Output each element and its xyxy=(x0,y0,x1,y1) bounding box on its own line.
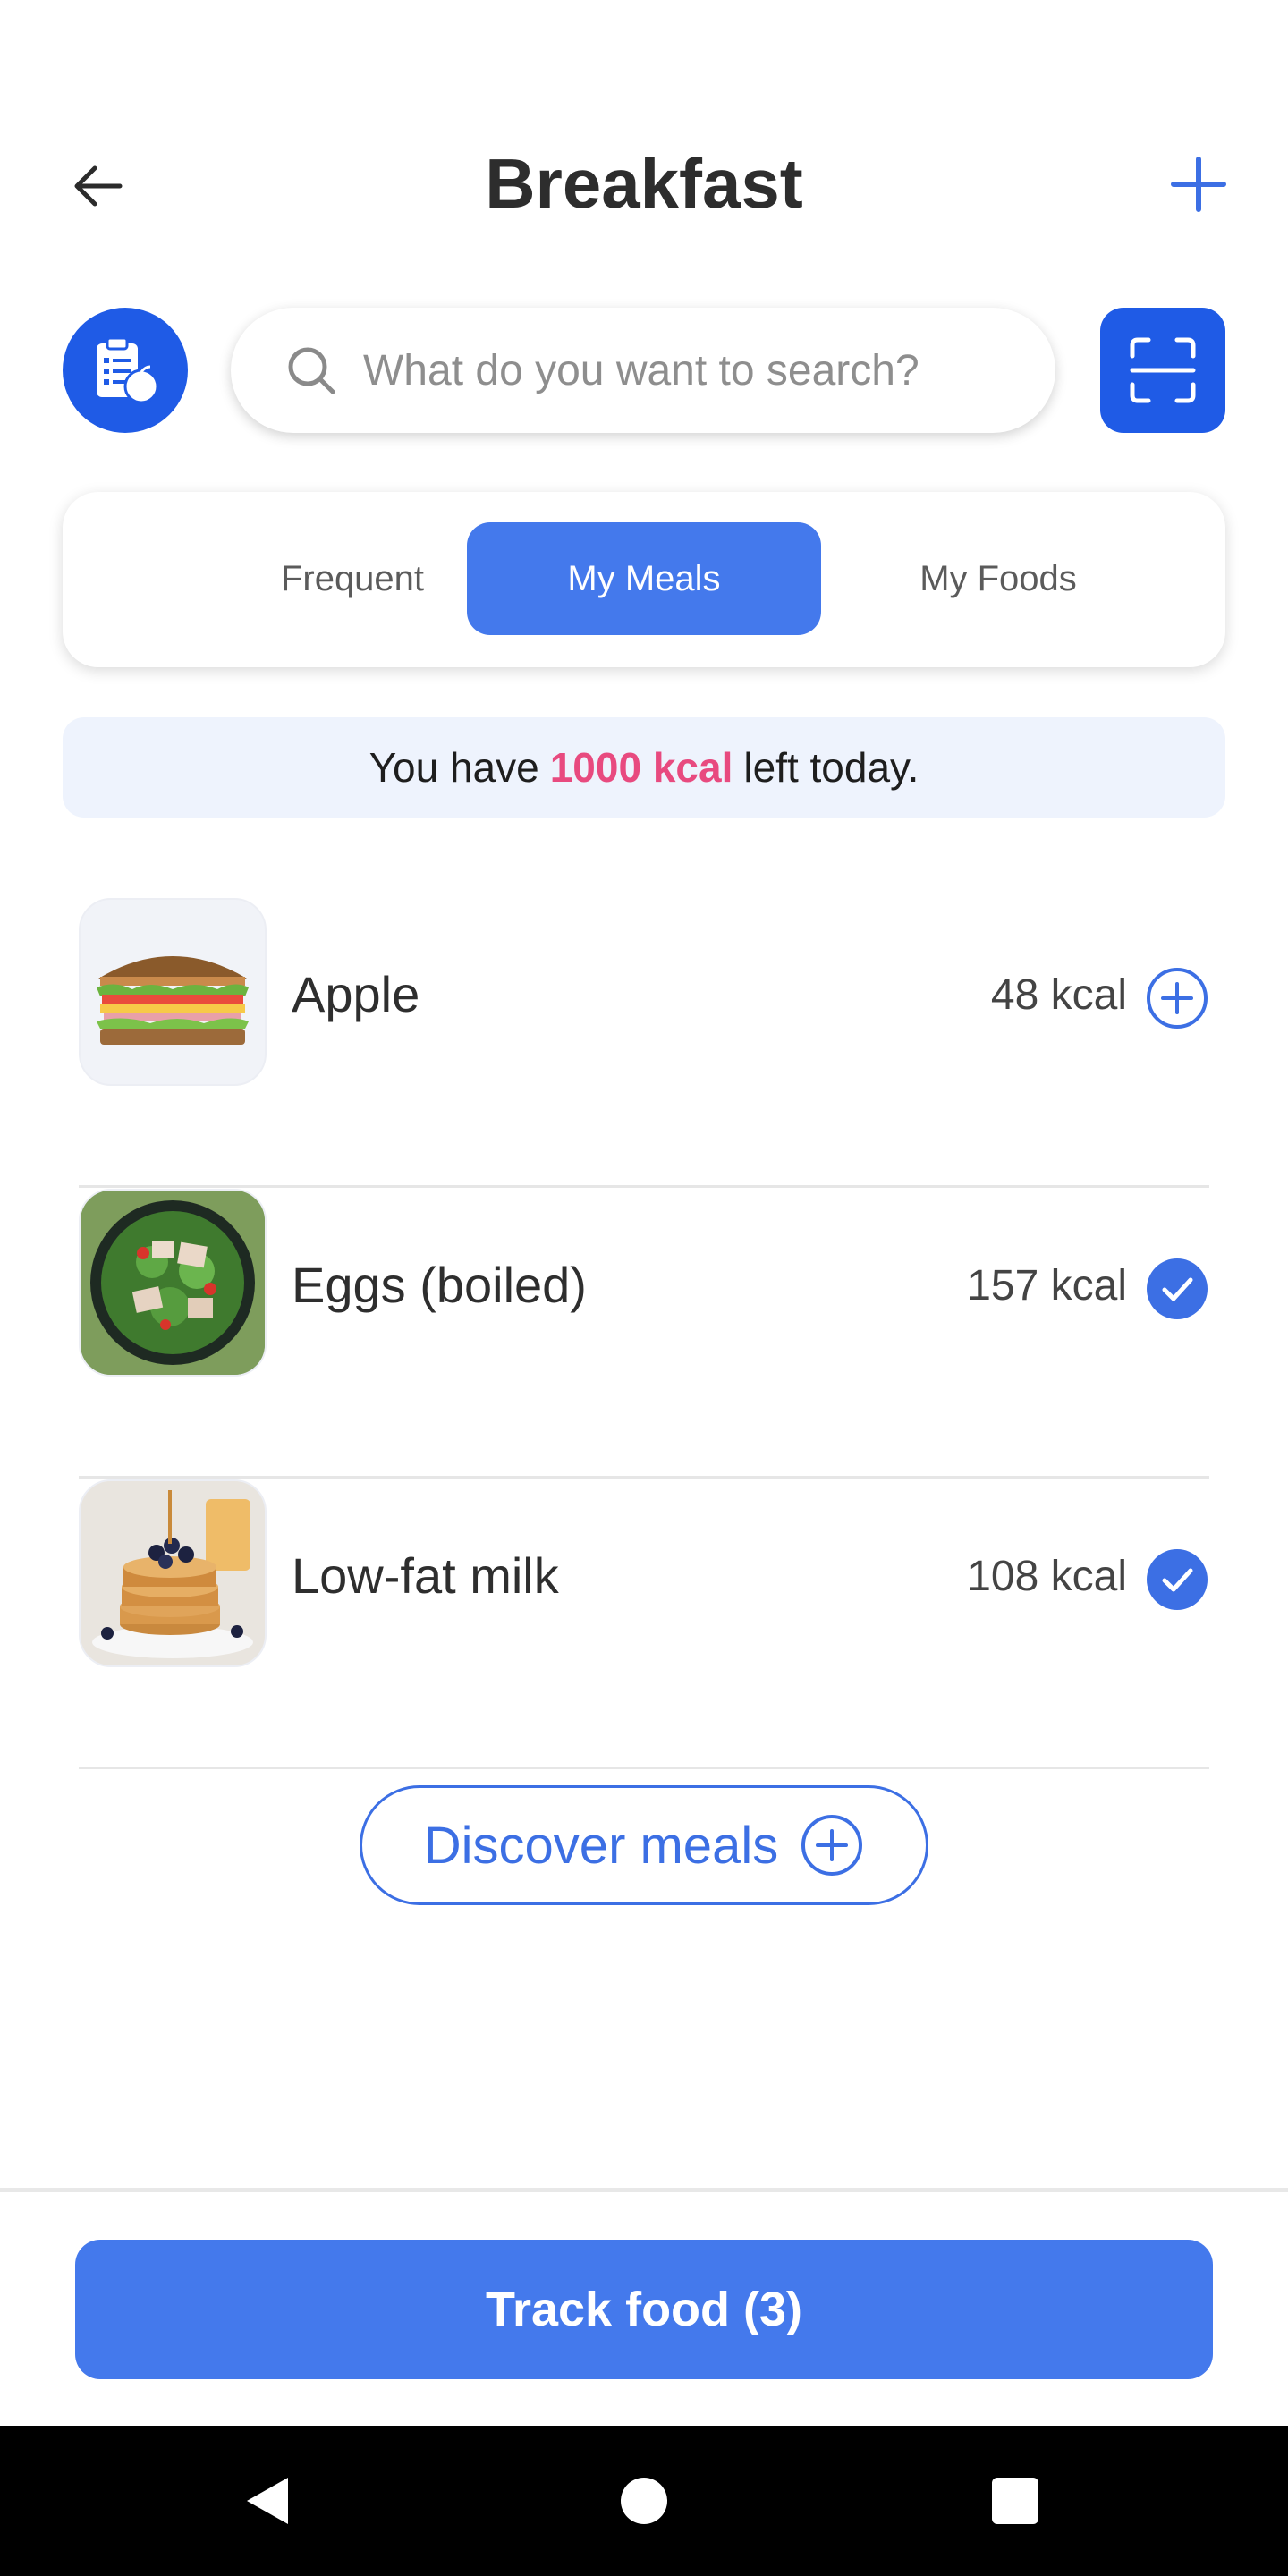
item-kcal: 157 kcal xyxy=(967,1262,1127,1309)
tab-my-meals[interactable]: My Meals xyxy=(467,522,821,635)
item-kcal: 48 kcal xyxy=(990,971,1127,1019)
item-kcal: 108 kcal xyxy=(967,1553,1127,1600)
add-circle-icon[interactable] xyxy=(1145,966,1209,1030)
add-button[interactable] xyxy=(1154,140,1243,229)
item-name: Eggs (boiled) xyxy=(292,1257,587,1313)
nav-back-button[interactable] xyxy=(224,2456,313,2546)
banner-prefix: You have xyxy=(369,744,539,791)
sandwich-image xyxy=(79,898,267,1086)
page-title: Breakfast xyxy=(485,144,803,223)
barcode-scan-button[interactable] xyxy=(1100,308,1225,433)
search-bar[interactable] xyxy=(231,308,1055,433)
pancakes-image xyxy=(79,1479,267,1667)
banner-suffix: left today. xyxy=(743,744,919,791)
discover-meals-button[interactable]: Discover meals xyxy=(360,1785,928,1905)
list-item[interactable]: Low-fat milk 108 kcal xyxy=(79,1476,1209,1769)
list-item[interactable]: Apple 48 kcal xyxy=(79,894,1209,1188)
list-item[interactable]: Eggs (boiled) 157 kcal xyxy=(79,1185,1209,1479)
plus-circle-icon xyxy=(801,1815,863,1876)
discover-meals-label: Discover meals xyxy=(423,1816,779,1875)
calories-left-banner: You have 1000 kcal left today. xyxy=(63,717,1225,818)
page: Breakfast What do you want to search? Fr… xyxy=(0,0,1288,2576)
tab-bar: Frequent My Meals My Foods xyxy=(63,492,1225,667)
item-name: Apple xyxy=(292,966,420,1022)
calories-left-value: 1000 kcal xyxy=(549,744,733,791)
clipboard-apple-icon xyxy=(97,336,159,404)
nav-recents-button[interactable] xyxy=(970,2456,1060,2546)
item-name: Low-fat milk xyxy=(292,1547,559,1604)
divider xyxy=(0,2188,1288,2192)
circle-home-icon xyxy=(621,2478,667,2524)
tab-my-foods[interactable]: My Foods xyxy=(821,522,1175,635)
system-navigation-bar xyxy=(0,2426,1288,2576)
meal-plan-button[interactable] xyxy=(63,308,188,433)
nav-home-button[interactable] xyxy=(599,2456,689,2546)
check-circle-icon[interactable] xyxy=(1145,1257,1209,1321)
square-recents-icon xyxy=(992,2478,1038,2524)
check-circle-icon[interactable] xyxy=(1145,1547,1209,1612)
scan-icon xyxy=(1130,337,1196,403)
track-food-button[interactable]: Track food (3) xyxy=(75,2240,1213,2379)
salad-image xyxy=(79,1189,267,1377)
search-icon xyxy=(288,347,335,394)
search-input[interactable] xyxy=(361,344,1045,396)
plus-icon xyxy=(1171,157,1226,212)
triangle-back-icon xyxy=(247,2478,288,2524)
